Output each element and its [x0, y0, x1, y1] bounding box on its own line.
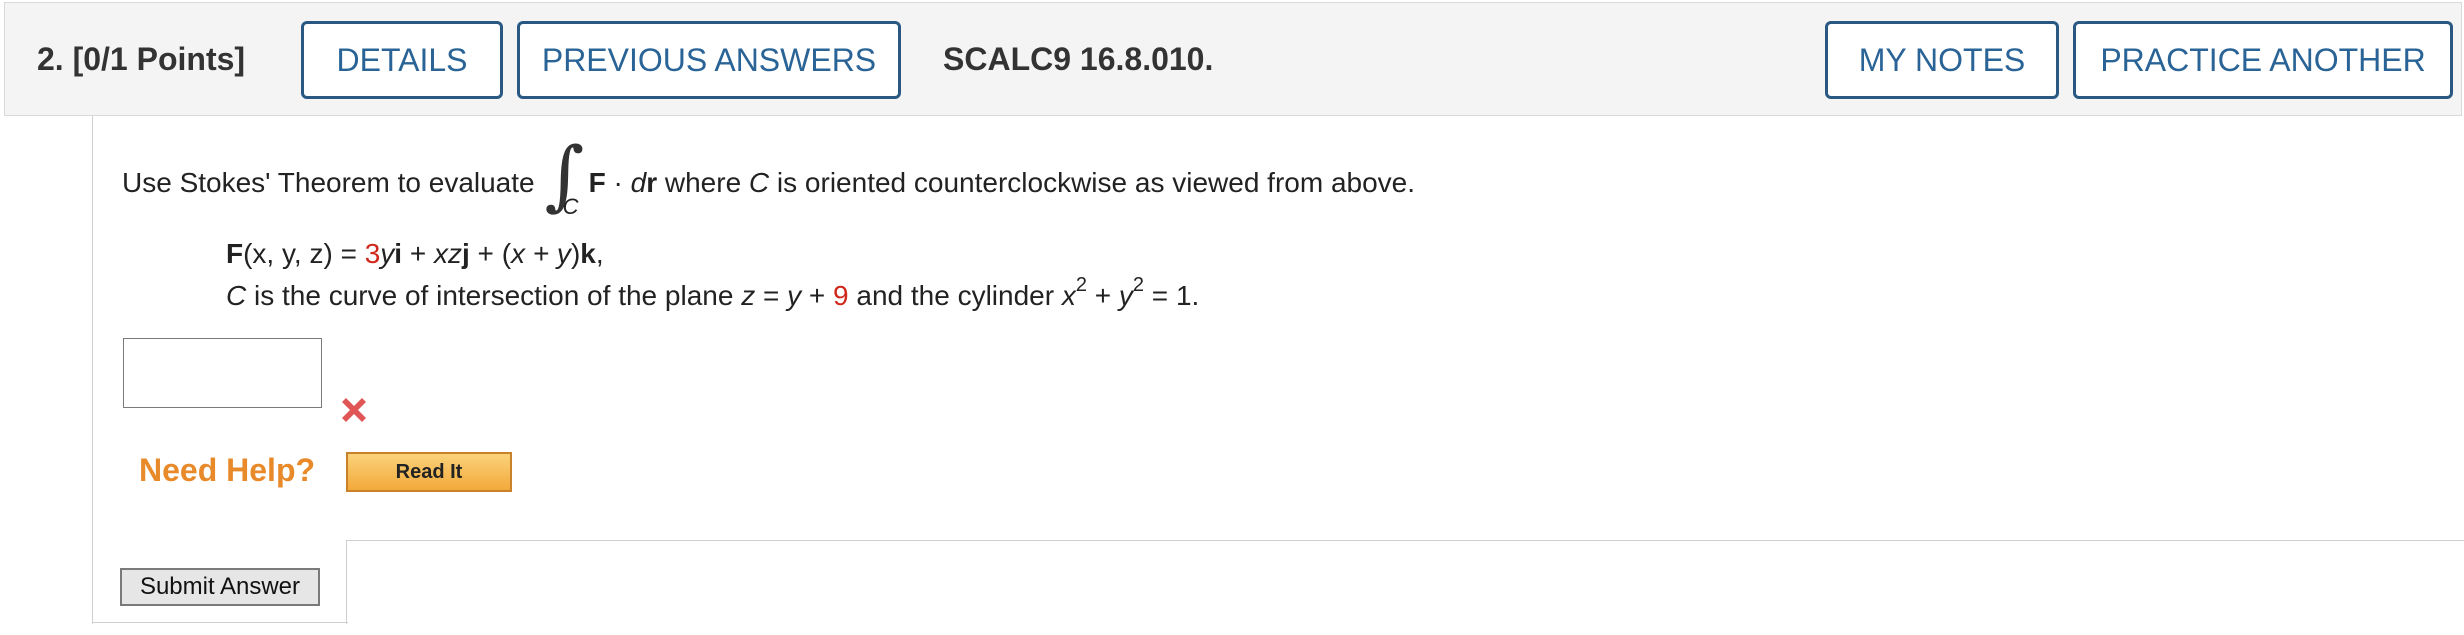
unit-j: j: [462, 238, 470, 269]
previous-answers-button[interactable]: PREVIOUS ANSWERS: [517, 21, 901, 99]
operator: ): [570, 238, 581, 269]
differential-d: d: [630, 167, 647, 198]
field-var: xz: [434, 238, 462, 269]
unit-i: i: [394, 238, 403, 269]
operator: +: [801, 280, 834, 311]
curve-symbol: C: [226, 280, 247, 311]
vector-field-symbol: F: [588, 167, 606, 198]
field-F: F: [226, 238, 244, 269]
question-header: 2. [0/1 Points] DETAILS PREVIOUS ANSWERS…: [4, 2, 2462, 116]
unit-k: k: [580, 238, 596, 269]
exponent: 2: [1132, 274, 1145, 296]
field-var: y: [380, 238, 395, 269]
answer-input[interactable]: [123, 338, 322, 408]
x-mark-icon: [342, 398, 366, 422]
operator: = 1.: [1144, 280, 1200, 311]
statement-text: is the curve of intersection of the plan…: [246, 280, 742, 311]
vector-r: r: [646, 167, 658, 198]
submit-answer-button[interactable]: Submit Answer: [120, 568, 320, 606]
plane-var: y: [787, 280, 802, 311]
statement-text: where: [657, 167, 749, 198]
statement-text: Use Stokes' Theorem to evaluate: [122, 167, 535, 198]
curve-definition: C is the curve of intersection of the pl…: [226, 275, 1200, 312]
statement-text: and the cylinder: [848, 280, 1062, 311]
operator: ,: [595, 238, 604, 269]
operator: + (: [469, 238, 512, 269]
field-coefficient: 3: [364, 238, 381, 269]
divider: [92, 622, 348, 623]
exponent: 2: [1075, 274, 1087, 296]
operator: =: [755, 280, 788, 311]
cylinder-var: y: [1118, 280, 1133, 311]
my-notes-button[interactable]: MY NOTES: [1825, 21, 2059, 99]
curve-symbol: C: [748, 167, 770, 198]
cylinder-var: x: [1061, 280, 1076, 311]
plane-var: z: [741, 280, 756, 311]
need-help-label: Need Help?: [139, 452, 316, 488]
field-var: x + y: [511, 238, 571, 269]
details-button[interactable]: DETAILS: [301, 21, 503, 99]
plane-constant: 9: [833, 280, 849, 311]
read-it-button[interactable]: Read It: [346, 452, 512, 492]
divider: [346, 540, 2464, 624]
line-integral-symbol: ∫ C: [541, 130, 585, 226]
practice-another-button[interactable]: PRACTICE ANOTHER: [2073, 21, 2453, 99]
operator: +: [1086, 280, 1119, 311]
integral-subscript: C: [562, 194, 579, 219]
statement-text: is oriented counterclockwise as viewed f…: [769, 167, 1416, 198]
question-points-label: 2. [0/1 Points]: [37, 41, 246, 77]
vector-field-definition: F(x, y, z) = 3yi + xzj + (x + y)k,: [226, 238, 604, 270]
dot-operator: ·: [605, 167, 631, 198]
question-id: SCALC9 16.8.010.: [943, 41, 1214, 77]
operator: +: [402, 238, 434, 269]
problem-statement: Use Stokes' Theorem to evaluate ∫ C F · …: [122, 130, 1416, 226]
field-args: (x, y, z) =: [243, 238, 365, 269]
